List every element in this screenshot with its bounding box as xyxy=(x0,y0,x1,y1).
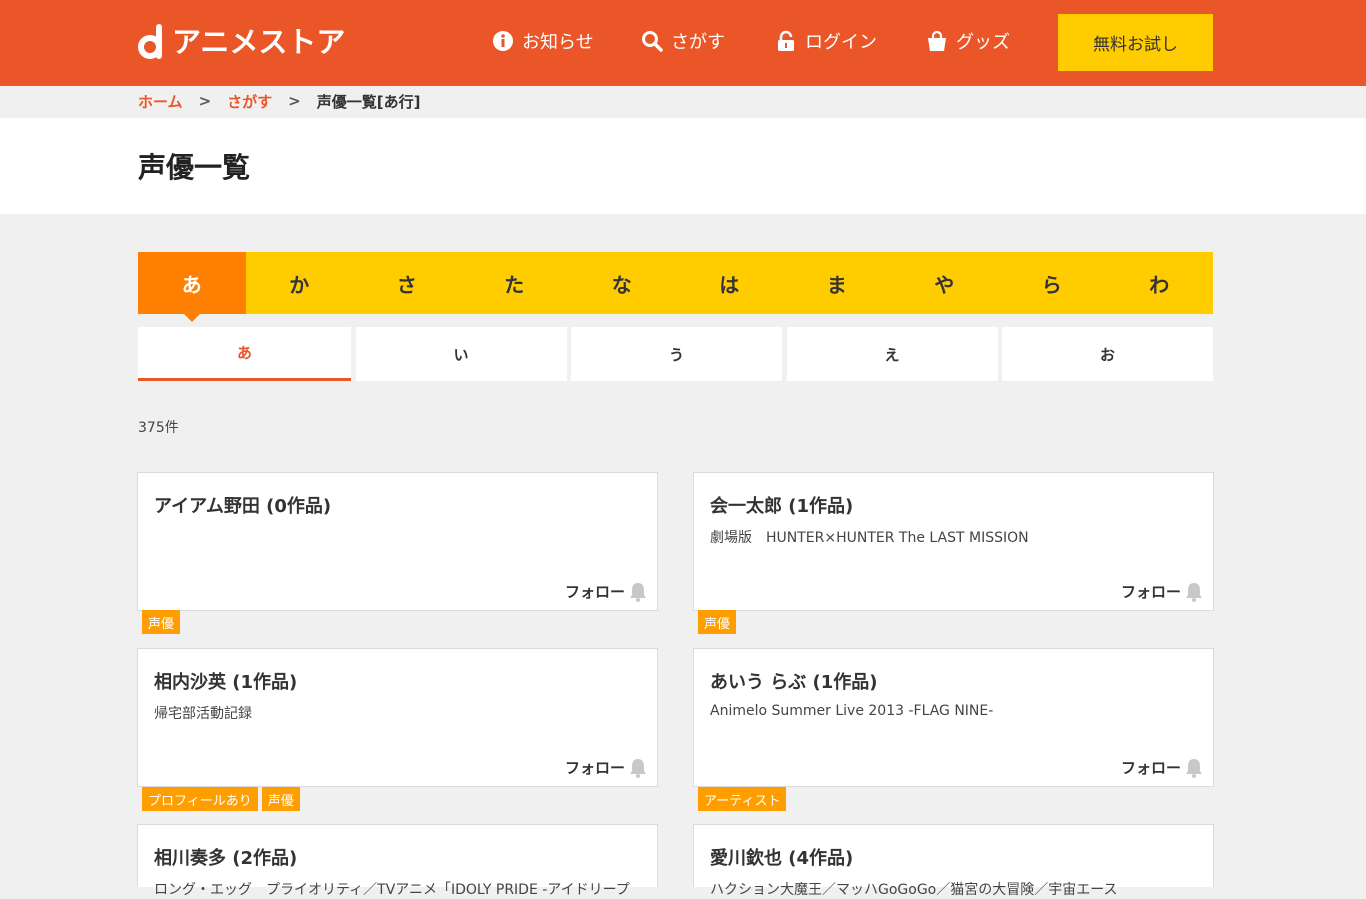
logo-text: アニメストア xyxy=(172,25,346,59)
voice-actor-work: 劇場版 HUNTER×HUNTER The LAST MISSION xyxy=(710,530,1029,546)
bell-icon xyxy=(630,582,646,602)
voice-actor-work: 帰宅部活動記録 xyxy=(154,706,252,722)
voice-actor-name[interactable]: あいう らぶ (1作品) xyxy=(710,668,878,694)
kana-row-tabs: あ か さ た な は ま や ら わ xyxy=(138,252,1214,322)
result-count: 375件 xyxy=(138,420,179,436)
voice-actor-name[interactable]: 愛川欽也 (4作品) xyxy=(710,844,853,870)
page-title: 声優一覧 xyxy=(138,151,251,184)
follow-button[interactable]: フォロー xyxy=(1121,581,1203,602)
sub-tab-e[interactable]: え xyxy=(786,327,998,381)
site-logo[interactable]: アニメストア xyxy=(138,24,345,60)
tag-badge: アーティスト xyxy=(698,787,787,811)
bell-icon xyxy=(1186,758,1202,778)
row-tab-a[interactable]: あ xyxy=(138,252,246,322)
nav-info-label: お知らせ xyxy=(522,32,594,53)
site-header: アニメストア お知らせ さがす ログイン グッズ 無料お試し xyxy=(0,0,1366,86)
card-tags: プロフィールあり 声優 xyxy=(142,787,300,811)
row-tab-ta[interactable]: た xyxy=(461,252,569,314)
voice-actor-card[interactable]: 相川奏多 (2作品) ロング・エッグ プライオリティ／TVアニメ「IDOLY P… xyxy=(137,824,658,898)
breadcrumb-separator: > xyxy=(288,92,301,110)
tag-badge: 声優 xyxy=(698,610,737,634)
voice-actor-name[interactable]: アイアム野田 (0作品) xyxy=(154,492,331,518)
voice-actor-work: Animelo Summer Live 2013 -FLAG NINE- xyxy=(710,703,994,719)
voice-actor-work: ハクション大魔王／マッハGoGoGo／猫宮の大冒険／宇宙エース xyxy=(710,882,1118,898)
nav-goods[interactable]: グッズ xyxy=(926,26,1010,56)
follow-label: フォロー xyxy=(564,583,625,601)
lock-icon xyxy=(775,30,797,52)
bell-icon xyxy=(630,758,646,778)
follow-label: フォロー xyxy=(1120,759,1181,777)
row-tab-sa[interactable]: さ xyxy=(353,252,461,314)
follow-button[interactable]: フォロー xyxy=(565,757,647,778)
tag-badge: 声優 xyxy=(142,610,181,634)
row-tab-ra[interactable]: ら xyxy=(998,252,1106,314)
row-tab-ha[interactable]: は xyxy=(676,252,784,314)
search-icon xyxy=(641,30,663,52)
sub-tab-u[interactable]: う xyxy=(571,327,782,381)
kana-sub-tabs: あ い う え お xyxy=(138,327,1213,381)
follow-button[interactable]: フォロー xyxy=(1121,757,1203,778)
info-icon xyxy=(492,30,514,52)
voice-actor-name[interactable]: 相川奏多 (2作品) xyxy=(154,844,297,870)
breadcrumb-current: 声優一覧[あ行] xyxy=(316,92,421,111)
card-tags: 声優 xyxy=(142,610,181,634)
voice-actor-card[interactable]: アイアム野田 (0作品) フォロー xyxy=(137,472,658,611)
row-tab-ya[interactable]: や xyxy=(891,252,999,314)
breadcrumb-home[interactable]: ホーム xyxy=(138,91,183,112)
tag-badge: プロフィールあり xyxy=(142,787,258,811)
breadcrumb-search[interactable]: さがす xyxy=(227,91,272,112)
nav-info[interactable]: お知らせ xyxy=(492,26,594,56)
nav-login-label: ログイン xyxy=(805,32,877,53)
sub-tab-i[interactable]: い xyxy=(355,327,567,381)
card-tags: 声優 xyxy=(698,610,737,634)
row-tab-ka[interactable]: か xyxy=(246,252,354,314)
breadcrumb: ホーム > さがす > 声優一覧[あ行] xyxy=(138,90,420,112)
nav-login[interactable]: ログイン xyxy=(775,26,877,56)
logo-d-mark xyxy=(138,24,168,60)
voice-actor-card[interactable]: 会一太郎 (1作品) 劇場版 HUNTER×HUNTER The LAST MI… xyxy=(693,472,1214,611)
row-tab-wa[interactable]: わ xyxy=(1106,252,1214,314)
sub-tab-o[interactable]: お xyxy=(1002,327,1213,381)
card-tags: アーティスト xyxy=(698,787,787,811)
voice-actor-work: ロング・エッグ プライオリティ／TVアニメ「IDOLY PRIDE -アイドリー… xyxy=(154,882,630,898)
row-tab-na[interactable]: な xyxy=(568,252,676,314)
nav-search[interactable]: さがす xyxy=(641,26,725,56)
row-tab-ma[interactable]: ま xyxy=(783,252,891,314)
follow-label: フォロー xyxy=(564,759,625,777)
sub-tab-a[interactable]: あ xyxy=(138,327,351,381)
voice-actor-card[interactable]: あいう らぶ (1作品) Animelo Summer Live 2013 -F… xyxy=(693,648,1214,787)
free-trial-button[interactable]: 無料お試し xyxy=(1058,14,1213,71)
nav-search-label: さがす xyxy=(671,32,725,53)
tag-badge: 声優 xyxy=(261,787,300,811)
voice-actor-name[interactable]: 相内沙英 (1作品) xyxy=(154,668,297,694)
bell-icon xyxy=(1186,582,1202,602)
voice-actor-card[interactable]: 相内沙英 (1作品) 帰宅部活動記録 フォロー xyxy=(137,648,658,787)
breadcrumb-separator: > xyxy=(198,92,212,110)
voice-actor-name[interactable]: 会一太郎 (1作品) xyxy=(710,492,853,518)
voice-actor-card[interactable]: 愛川欽也 (4作品) ハクション大魔王／マッハGoGoGo／猫宮の大冒険／宇宙エ… xyxy=(693,824,1214,898)
nav-goods-label: グッズ xyxy=(956,32,1010,53)
follow-label: フォロー xyxy=(1120,583,1181,601)
shopping-bag-icon xyxy=(926,30,948,52)
follow-button[interactable]: フォロー xyxy=(565,581,647,602)
